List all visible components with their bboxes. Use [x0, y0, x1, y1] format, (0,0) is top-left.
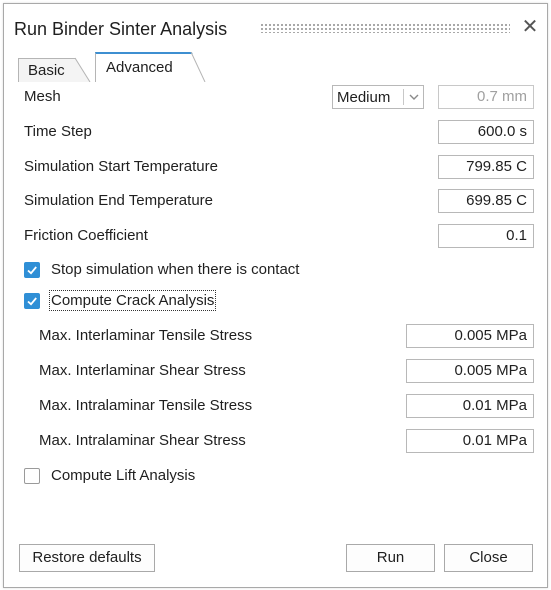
close-button[interactable]: Close — [444, 544, 533, 572]
time-step-row: Time Step 600.0 s — [24, 120, 534, 144]
mesh-label: Mesh — [24, 88, 61, 105]
time-step-label: Time Step — [24, 123, 92, 140]
dialog-title: Run Binder Sinter Analysis — [14, 19, 228, 39]
intralaminar-shear-row: Max. Intralaminar Shear Stress 0.01 MPa — [24, 429, 534, 453]
interlaminar-tensile-row: Max. Interlaminar Tensile Stress 0.005 M… — [24, 324, 534, 348]
friction-label: Friction Coefficient — [24, 227, 148, 244]
mesh-row: Mesh Medium 0.7 mm — [24, 85, 534, 109]
start-temperature-input[interactable]: 799.85 C — [438, 155, 534, 179]
time-step-input[interactable]: 600.0 s — [438, 120, 534, 144]
end-temperature-row: Simulation End Temperature 699.85 C — [24, 189, 534, 213]
drag-grip-icon[interactable] — [260, 23, 510, 33]
title-bar[interactable]: Run Binder Sinter Analysis ✕ — [4, 4, 547, 52]
intralaminar-tensile-input[interactable]: 0.01 MPa — [406, 394, 534, 418]
close-icon[interactable]: ✕ — [520, 17, 540, 37]
intralaminar-shear-label: Max. Intralaminar Shear Stress — [39, 432, 246, 449]
checkmark-icon — [27, 266, 37, 275]
mesh-preset-value: Medium — [337, 89, 391, 106]
checkmark-icon — [27, 297, 37, 306]
chevron-down-icon[interactable] — [407, 87, 421, 107]
stop-on-contact-label: Stop simulation when there is contact — [51, 261, 300, 278]
lift-analysis-checkbox[interactable] — [24, 468, 40, 484]
tab-bar: Basic Advanced — [18, 52, 538, 82]
tab-basic[interactable]: Basic — [18, 58, 90, 82]
interlaminar-tensile-label: Max. Interlaminar Tensile Stress — [39, 327, 253, 344]
end-temperature-input[interactable]: 699.85 C — [438, 189, 534, 213]
stop-on-contact-checkbox[interactable] — [24, 262, 40, 278]
tab-advanced[interactable]: Advanced — [95, 52, 205, 82]
restore-defaults-button[interactable]: Restore defaults — [19, 544, 155, 572]
intralaminar-shear-input[interactable]: 0.01 MPa — [406, 429, 534, 453]
intralaminar-tensile-label: Max. Intralaminar Tensile Stress — [39, 397, 253, 414]
run-button[interactable]: Run — [346, 544, 435, 572]
interlaminar-shear-input[interactable]: 0.005 MPa — [406, 359, 534, 383]
interlaminar-tensile-input[interactable]: 0.005 MPa — [406, 324, 534, 348]
friction-row: Friction Coefficient 0.1 — [24, 224, 534, 248]
dropdown-separator — [403, 89, 404, 105]
start-temperature-row: Simulation Start Temperature 799.85 C — [24, 155, 534, 179]
friction-input[interactable]: 0.1 — [438, 224, 534, 248]
crack-analysis-checkbox[interactable] — [24, 293, 40, 309]
lift-analysis-label: Compute Lift Analysis — [51, 467, 196, 484]
mesh-preset-dropdown[interactable]: Medium — [332, 85, 424, 109]
intralaminar-tensile-row: Max. Intralaminar Tensile Stress 0.01 MP… — [24, 394, 534, 418]
interlaminar-shear-label: Max. Interlaminar Shear Stress — [39, 362, 246, 379]
start-temperature-label: Simulation Start Temperature — [24, 158, 218, 175]
run-binder-sinter-dialog: Run Binder Sinter Analysis ✕ Basic Advan… — [3, 3, 548, 588]
interlaminar-shear-row: Max. Interlaminar Shear Stress 0.005 MPa — [24, 359, 534, 383]
end-temperature-label: Simulation End Temperature — [24, 192, 213, 209]
mesh-size-field: 0.7 mm — [438, 85, 534, 109]
crack-analysis-label: Compute Crack Analysis — [48, 290, 217, 311]
